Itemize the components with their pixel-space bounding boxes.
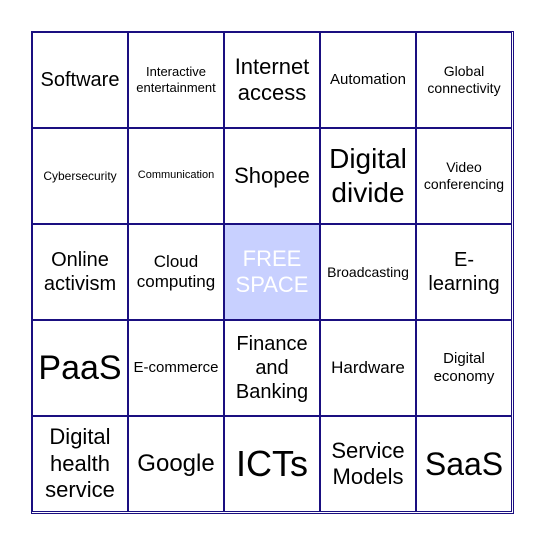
bingo-cell[interactable]: E-learning <box>416 224 512 320</box>
bingo-cell[interactable]: ICTs <box>224 416 320 512</box>
bingo-cell[interactable]: Automation <box>320 32 416 128</box>
bingo-cell[interactable]: Shopee <box>224 128 320 224</box>
bingo-cell[interactable]: Broadcasting <box>320 224 416 320</box>
bingo-cell[interactable]: PaaS <box>32 320 128 416</box>
bingo-cell[interactable]: Communication <box>128 128 224 224</box>
bingo-card: Software Interactive entertainment Interne… <box>31 31 514 514</box>
bingo-cell[interactable]: Service Models <box>320 416 416 512</box>
bingo-cell[interactable]: Online activism <box>32 224 128 320</box>
bingo-cell[interactable]: Google <box>128 416 224 512</box>
bingo-cell[interactable]: SaaS <box>416 416 512 512</box>
bingo-cell[interactable]: Software <box>32 32 128 128</box>
bingo-cell[interactable]: Global connectivity <box>416 32 512 128</box>
bingo-cell[interactable]: Hardware <box>320 320 416 416</box>
bingo-cell[interactable]: Finance and Banking <box>224 320 320 416</box>
bingo-cell[interactable]: Digital divide <box>320 128 416 224</box>
bingo-cell[interactable]: Digital economy <box>416 320 512 416</box>
bingo-cell[interactable]: Interactive entertainment <box>128 32 224 128</box>
bingo-cell[interactable]: Cybersecurity <box>32 128 128 224</box>
bingo-cell[interactable]: Video conferencing <box>416 128 512 224</box>
bingo-cell[interactable]: Digital health service <box>32 416 128 512</box>
bingo-cell[interactable]: Cloud computing <box>128 224 224 320</box>
bingo-cell[interactable]: E-commerce <box>128 320 224 416</box>
bingo-cell[interactable]: Internet access <box>224 32 320 128</box>
free-space-cell[interactable]: FREE SPACE <box>224 224 320 320</box>
